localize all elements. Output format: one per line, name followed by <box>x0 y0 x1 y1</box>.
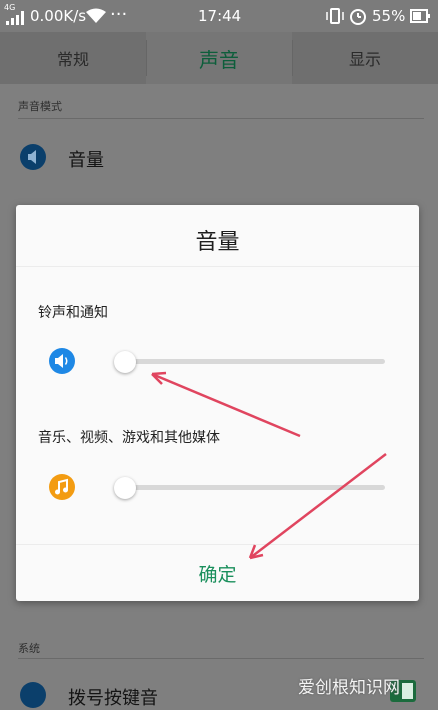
watermark-text: 爱创根知识网 <box>298 678 400 698</box>
annotation-arrows <box>151 371 387 560</box>
arrow-to-ringtone-slider <box>151 371 301 438</box>
arrow-to-confirm-button <box>248 453 387 560</box>
